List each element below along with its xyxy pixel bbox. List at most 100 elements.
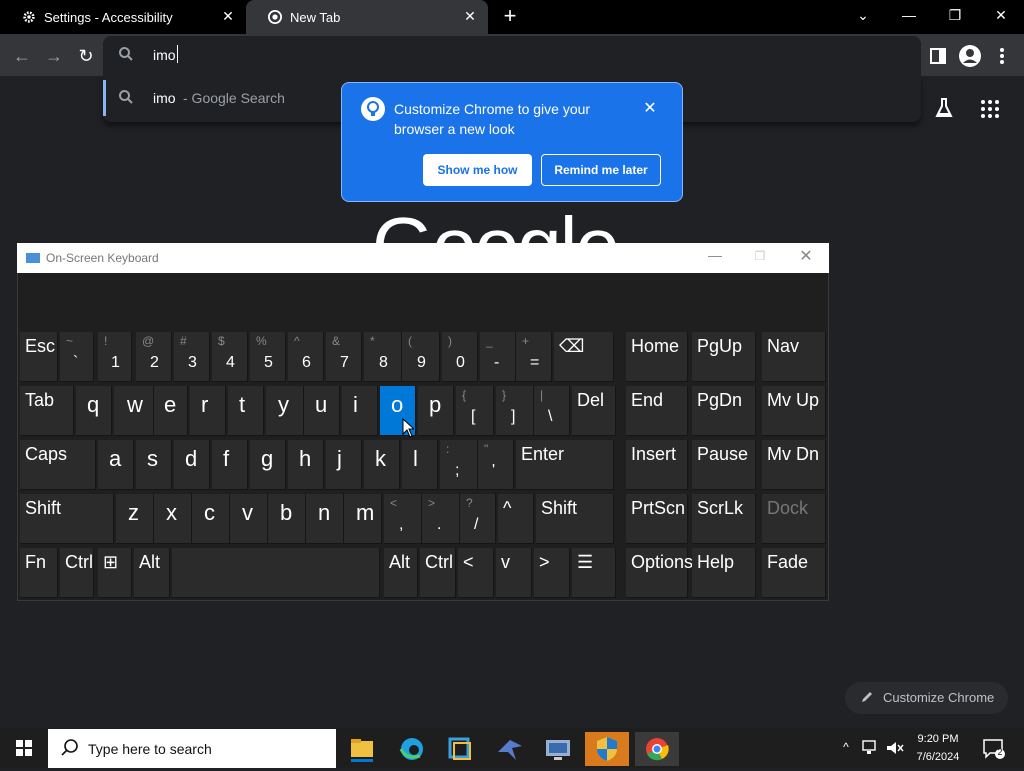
key-symbol[interactable]: <, (384, 494, 422, 544)
key-u[interactable]: u (304, 386, 340, 436)
key-9[interactable]: (9 (402, 332, 440, 382)
key-e[interactable]: e (154, 386, 188, 436)
clock-time[interactable]: 9:20 PM (908, 733, 968, 745)
key-symbol[interactable]: >. (422, 494, 460, 544)
key-x[interactable]: x (154, 494, 192, 544)
key-1[interactable]: ! 1 (98, 332, 132, 382)
key-symbol[interactable]: ⊞ (98, 548, 132, 598)
address-bar[interactable] (103, 36, 921, 76)
key-d[interactable]: d (174, 440, 210, 490)
key-symbol[interactable]: ☰ (572, 548, 616, 598)
key-k[interactable]: k (364, 440, 400, 490)
key-g[interactable]: g (250, 440, 286, 490)
key-help[interactable]: Help (692, 548, 756, 598)
key-w[interactable]: w (114, 386, 154, 436)
key-fn[interactable]: Fn (20, 548, 58, 598)
key-v[interactable]: v (230, 494, 268, 544)
volume-muted-icon[interactable] (886, 740, 904, 756)
remind-me-later-button[interactable]: Remind me later (541, 154, 661, 186)
key-ctrl[interactable]: Ctrl (420, 548, 456, 598)
key-0[interactable]: ) 0 (442, 332, 478, 382)
key-8[interactable]: * 8 (364, 332, 402, 382)
apps-grid-icon[interactable] (980, 99, 1000, 119)
key-nav[interactable]: Nav (762, 332, 826, 382)
osk-maximize-button[interactable]: ❐ (752, 249, 768, 265)
tab-settings[interactable]: Settings - Accessibility ✕ (0, 0, 246, 34)
key-t[interactable]: t (228, 386, 264, 436)
key-shift[interactable]: Shift (20, 494, 114, 544)
clock-date[interactable]: 7/6/2024 (908, 751, 968, 763)
key-pgdn[interactable]: PgDn (692, 386, 756, 436)
key-shift[interactable]: Shift (536, 494, 614, 544)
key-symbol[interactable]: " ' (478, 440, 514, 490)
new-tab-button[interactable]: + (498, 5, 522, 29)
more-menu-icon[interactable] (990, 44, 1014, 68)
windows-start-icon[interactable] (0, 728, 48, 768)
key-p[interactable]: p (418, 386, 454, 436)
file-explorer-icon[interactable] (340, 732, 384, 766)
osk-close-button[interactable]: ✕ (796, 246, 816, 266)
key-i[interactable]: i (342, 386, 378, 436)
close-icon[interactable]: ✕ (462, 8, 478, 24)
key-end[interactable]: End (626, 386, 688, 436)
key-2[interactable]: @2 (136, 332, 172, 382)
key-symbol[interactable]: ^ (498, 494, 534, 544)
key-symbol[interactable]: :; (440, 440, 478, 490)
edge-icon[interactable] (390, 732, 434, 766)
tray-chevron-icon[interactable]: ^ (838, 740, 854, 754)
key-tab[interactable]: Tab (20, 386, 74, 436)
key-dock[interactable]: Dock (762, 494, 826, 544)
labs-flask-icon[interactable] (934, 97, 954, 119)
side-panel-icon[interactable] (926, 44, 950, 68)
key-del[interactable]: Del (572, 386, 616, 436)
key-mv-up[interactable]: Mv Up (762, 386, 826, 436)
tab-new-tab[interactable]: New Tab ✕ (246, 0, 488, 34)
key-7[interactable]: & 7 (326, 332, 362, 382)
back-button[interactable]: ← (10, 44, 34, 68)
key-4[interactable]: $4 (212, 332, 248, 382)
key-j[interactable]: j (326, 440, 362, 490)
key-l[interactable]: l (402, 440, 438, 490)
key-caps[interactable]: Caps (20, 440, 96, 490)
key-5[interactable]: % 5 (250, 332, 286, 382)
key-mv-dn[interactable]: Mv Dn (762, 440, 826, 490)
key-symbol[interactable]: {[ (456, 386, 494, 436)
key-options[interactable]: Options (626, 548, 693, 598)
key-f[interactable]: f (212, 440, 248, 490)
key-ctrl[interactable]: Ctrl (60, 548, 94, 598)
tab-search-button[interactable]: ⌄ (840, 0, 886, 30)
key-backtick[interactable]: ~ ` (60, 332, 94, 382)
key-z[interactable]: z (116, 494, 154, 544)
key-v[interactable]: v (496, 548, 532, 598)
profile-icon[interactable] (958, 44, 982, 68)
suggestion-source[interactable]: - Google Search (183, 90, 285, 106)
key-a[interactable]: a (98, 440, 134, 490)
key-symbol[interactable]: }] (496, 386, 534, 436)
address-input[interactable]: imo (153, 47, 176, 63)
key-n[interactable]: n (306, 494, 344, 544)
key-backslash[interactable]: | \ (534, 386, 570, 436)
key-scrlk[interactable]: ScrLk (692, 494, 756, 544)
key-insert[interactable]: Insert (626, 440, 688, 490)
key-pause[interactable]: Pause (692, 440, 756, 490)
forward-button[interactable]: → (42, 44, 66, 68)
key-spacebar[interactable] (172, 548, 380, 598)
key-symbol[interactable]: < (458, 548, 494, 598)
key-s[interactable]: s (136, 440, 172, 490)
show-me-how-button[interactable]: Show me how (423, 154, 532, 186)
key-y[interactable]: y (266, 386, 304, 436)
close-icon[interactable]: ✕ (641, 100, 659, 118)
security-shield-app[interactable] (585, 732, 629, 766)
suggestion-query[interactable]: imo (153, 90, 176, 106)
chrome-taskbar-icon[interactable] (635, 732, 679, 766)
virtualbox-icon[interactable] (438, 732, 482, 766)
key-b[interactable]: b (268, 494, 306, 544)
key-q[interactable]: q (76, 386, 112, 436)
key-symbol[interactable]: + = (516, 332, 552, 382)
key-h[interactable]: h (288, 440, 324, 490)
key-alt[interactable]: Alt (134, 548, 170, 598)
close-window-button[interactable]: ✕ (978, 0, 1024, 30)
key-enter[interactable]: Enter (516, 440, 614, 490)
key-3[interactable]: #3 (174, 332, 210, 382)
remote-desktop-icon[interactable] (536, 732, 580, 766)
